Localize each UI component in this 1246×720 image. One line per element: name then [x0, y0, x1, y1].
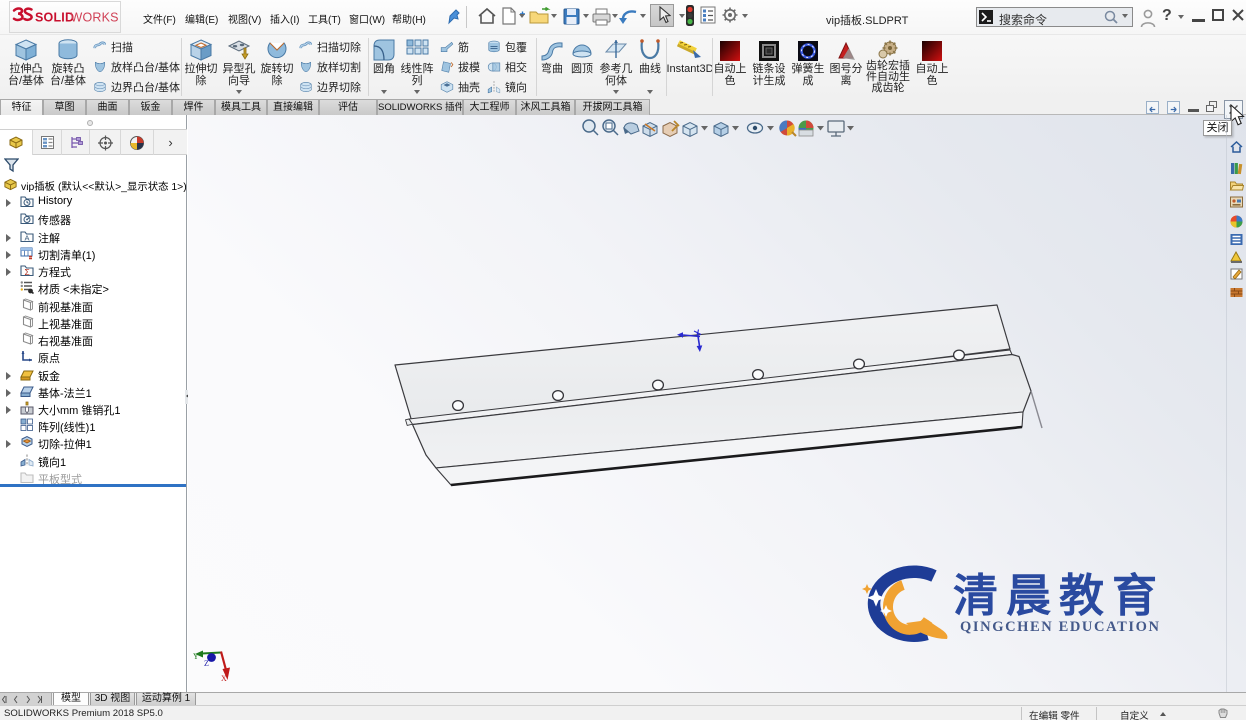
- svg-text:A: A: [25, 234, 30, 243]
- svg-text:清晨教育: 清晨教育: [953, 571, 1165, 621]
- svg-text:X: X: [221, 674, 227, 683]
- svg-text:SOLID: SOLID: [35, 11, 74, 25]
- svg-text:Z: Z: [204, 659, 209, 668]
- svg-text:Σ: Σ: [25, 267, 30, 277]
- svg-text:Y: Y: [193, 652, 199, 661]
- svg-text:WORKS: WORKS: [71, 11, 119, 25]
- svg-text:QINGCHEN EDUCATION: QINGCHEN EDUCATION: [960, 619, 1161, 635]
